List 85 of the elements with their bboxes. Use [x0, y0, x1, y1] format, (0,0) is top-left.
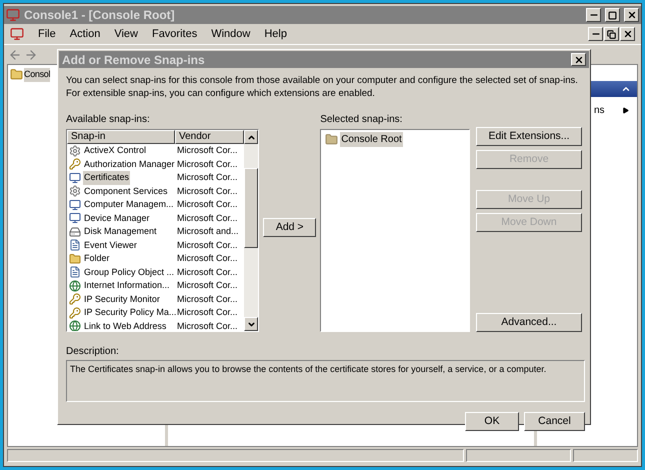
vendor-cell-text: Microsoft and... — [176, 225, 239, 238]
monitor-icon — [69, 172, 81, 184]
selected-snap-in[interactable]: Console Root — [340, 132, 403, 147]
dialog-title: Add or Remove Snap-ins — [62, 52, 206, 68]
folder-icon — [69, 252, 81, 265]
vendor-cell-text: Microsoft Cor... — [176, 252, 238, 265]
snap-in-name[interactable]: ActiveX Control — [83, 144, 148, 158]
snap-in-name[interactable]: Computer Managem... — [83, 198, 175, 212]
vendor-cell-text: Microsoft Cor... — [176, 292, 238, 306]
menu-item[interactable]: Action — [70, 26, 100, 42]
minimize-button[interactable] — [586, 8, 601, 22]
snap-in-name[interactable]: Internet Information... — [83, 279, 171, 292]
maximize-icon — [608, 10, 617, 20]
close-button[interactable] — [571, 53, 586, 66]
globe-icon — [69, 320, 81, 331]
scrollbar[interactable] — [244, 130, 258, 331]
column-header[interactable]: Snap-in — [67, 130, 175, 144]
snap-in-name[interactable]: Link to Web Address — [83, 320, 168, 331]
close-icon — [626, 10, 636, 20]
close-button[interactable] — [624, 8, 639, 22]
menu-item[interactable]: File — [38, 26, 56, 42]
folder-icon — [325, 133, 338, 146]
snap-in-name[interactable]: IP Security Monitor — [83, 292, 161, 306]
snap-in-name[interactable]: Group Policy Object ... — [83, 266, 176, 279]
collapse-icon[interactable] — [621, 84, 631, 94]
snap-in-name[interactable]: Disk Management — [83, 225, 158, 238]
snap-in-name[interactable]: Authorization Manager — [83, 158, 176, 171]
submenu-arrow-icon — [622, 107, 629, 114]
snap-in-name[interactable]: Folder — [83, 252, 111, 266]
dialog-button[interactable]: Cancel — [524, 412, 585, 431]
tree-item[interactable]: Consol — [24, 68, 50, 82]
vendor-cell-text: Microsoft Cor... — [176, 158, 238, 170]
snap-in-name[interactable]: Device Manager — [83, 212, 151, 225]
vendor-cell-text: Microsoft Cor... — [176, 144, 238, 157]
vendor-cell-text: Microsoft Cor... — [176, 266, 238, 278]
app-icon — [6, 8, 20, 22]
key-icon — [69, 158, 81, 170]
menu-item[interactable]: Window — [211, 26, 250, 42]
vendor-cell-text: Microsoft Cor... — [176, 212, 238, 224]
vendor-cell-text: Microsoft Cor... — [176, 320, 238, 331]
window-title: Console1 - [Console Root] — [24, 7, 176, 24]
maximize-button[interactable] — [605, 8, 620, 22]
folder-icon — [10, 68, 23, 82]
globe-icon — [69, 280, 81, 292]
close-button[interactable] — [620, 27, 635, 41]
available-label: Available snap-ins: — [66, 113, 151, 127]
selected-label: Selected snap-ins: — [320, 113, 404, 127]
forward-icon[interactable] — [24, 48, 38, 62]
status-bar-panel — [573, 449, 638, 462]
monitor-icon — [69, 198, 81, 211]
vendor-cell-text: Microsoft Cor... — [176, 171, 238, 184]
menu-item[interactable]: Favorites — [152, 26, 198, 42]
close-icon — [622, 29, 632, 39]
add-button[interactable]: Add > — [263, 218, 316, 236]
description-label: Description: — [66, 345, 120, 359]
snap-in-name[interactable]: Component Services — [83, 184, 169, 198]
vendor-cell-text: Microsoft Cor... — [176, 198, 238, 211]
snap-in-name[interactable]: Event Viewer — [83, 238, 138, 252]
monitor-icon — [69, 212, 81, 224]
column-header[interactable]: Vendor — [175, 130, 244, 144]
menu-item[interactable]: Help — [264, 26, 287, 42]
gear-icon — [69, 144, 81, 157]
advanced-button[interactable]: Advanced... — [476, 313, 582, 332]
actions-pane-entry[interactable]: ns — [594, 103, 605, 118]
vendor-cell-text: Microsoft Cor... — [176, 306, 238, 319]
intro-text: You can select snap-ins for this console from those available on your computer and configure the selected set of snap-ins. For extensible snap-ins, you can configure which extensions are enabled. — [66, 74, 579, 100]
menu-item[interactable]: View — [114, 26, 138, 42]
key-icon — [69, 293, 81, 306]
restore-icon — [607, 30, 616, 38]
description-text: The Certificates snap-in allows you to browse the contents of the certificate stores for yourself, a service, or a computer. — [70, 363, 548, 375]
scroll-up-icon[interactable] — [246, 132, 256, 142]
gear-icon — [69, 185, 81, 198]
minimize-button[interactable] — [588, 27, 603, 41]
scroll-down-icon[interactable] — [246, 320, 256, 328]
snap-in-name[interactable]: Certificates — [83, 171, 130, 184]
vendor-cell-text: Microsoft Cor... — [176, 184, 238, 198]
side-button[interactable]: Edit Extensions... — [476, 127, 582, 146]
close-icon — [574, 54, 584, 64]
vendor-cell-text: Microsoft Cor... — [176, 279, 238, 292]
key-icon — [69, 306, 81, 319]
snap-in-name[interactable]: IP Security Policy Ma... — [83, 306, 178, 320]
restore-button[interactable] — [604, 27, 619, 41]
vendor-cell-text: Microsoft Cor... — [176, 238, 238, 252]
back-icon[interactable] — [8, 48, 22, 62]
dialog-button[interactable]: OK — [465, 412, 519, 431]
